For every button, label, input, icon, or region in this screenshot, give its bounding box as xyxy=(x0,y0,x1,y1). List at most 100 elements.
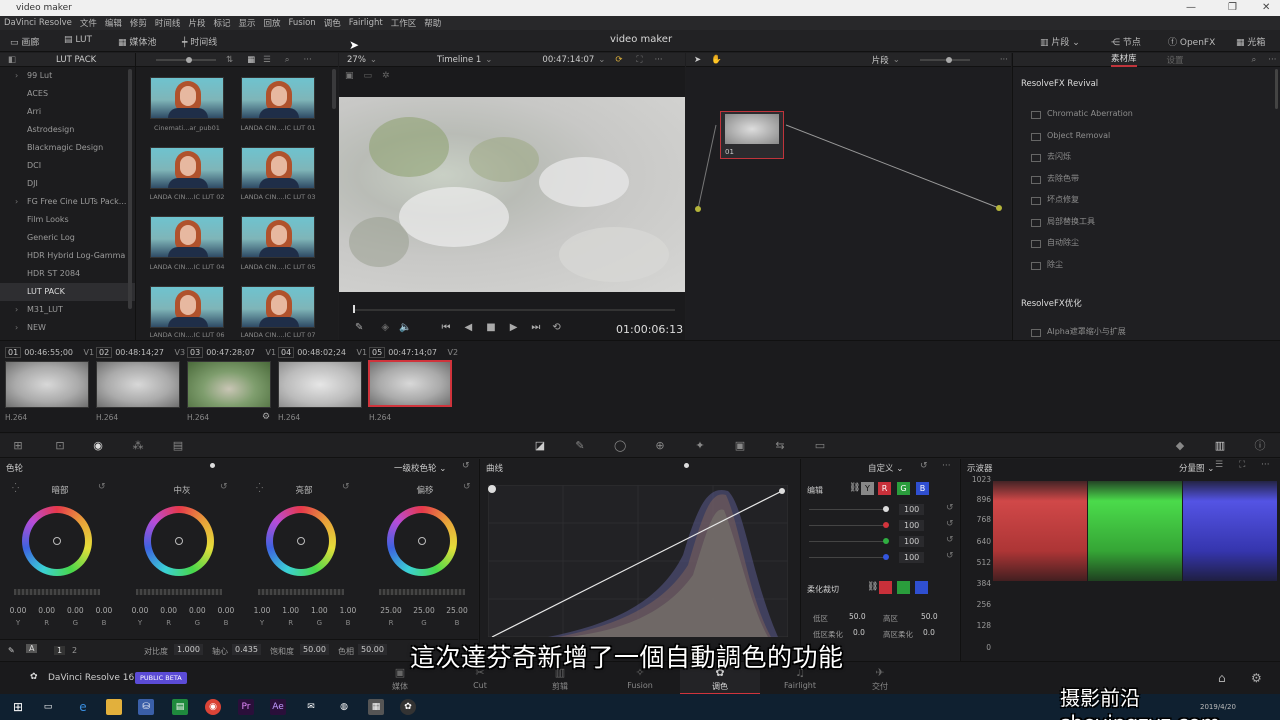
fx-item[interactable]: Object Removal xyxy=(1013,125,1271,147)
more-options-icon[interactable]: ··· xyxy=(304,55,312,65)
clip-thumbnail-selected[interactable] xyxy=(368,360,452,407)
nodes-button[interactable]: ⋲ 节点 xyxy=(1111,35,1141,48)
lut-folder-film-looks[interactable]: Film Looks xyxy=(0,211,135,229)
timeline-button[interactable]: ┿ 时间线 xyxy=(182,35,217,48)
fx-item[interactable]: 去闪烁 xyxy=(1013,146,1271,168)
lut-folder-new[interactable]: › NEW xyxy=(0,319,135,337)
after-effects-icon[interactable]: Ae xyxy=(270,699,286,715)
mail-icon[interactable]: ✉ xyxy=(303,699,319,715)
pointer-tool-icon[interactable]: ➤ xyxy=(694,55,701,65)
page-button-1[interactable]: 1 xyxy=(54,646,66,655)
expand-arrow-icon[interactable]: › xyxy=(15,301,18,319)
menu-clip[interactable]: 片段 xyxy=(188,17,205,29)
rgb-mixer-icon[interactable]: ⁂ xyxy=(132,440,144,452)
menu-view[interactable]: 显示 xyxy=(238,17,255,29)
library-scrollbar[interactable] xyxy=(1275,69,1278,109)
expand-icon[interactable]: ⛶ xyxy=(1239,460,1245,470)
app-icon[interactable]: ▦ xyxy=(368,699,384,715)
reset-icon[interactable]: ↺ xyxy=(462,461,470,471)
minimize-icon[interactable]: — xyxy=(1186,2,1196,13)
master-wheel[interactable] xyxy=(258,589,344,595)
stop-icon[interactable]: ■ xyxy=(486,322,495,333)
wheels-mode-select[interactable]: 一级校色轮 ⌄ xyxy=(394,462,446,474)
hue-input[interactable]: 50.00 xyxy=(358,644,387,655)
menu-fairlight[interactable]: Fairlight xyxy=(349,18,383,28)
page-dot[interactable] xyxy=(210,463,215,468)
sidebar-toggle-icon[interactable]: ◧ xyxy=(8,55,16,65)
info-icon[interactable]: ⓘ xyxy=(1254,440,1266,452)
wheel-value[interactable]: 0.00 xyxy=(35,606,59,615)
intensity-slider-y[interactable] xyxy=(809,509,885,510)
tab-fairlight[interactable]: Fairlight xyxy=(770,681,830,690)
pivot-input[interactable]: 0.435 xyxy=(232,644,261,655)
menu-file[interactable]: 文件 xyxy=(80,17,97,29)
lut-button[interactable]: ▤ LUT xyxy=(64,35,92,45)
channel-g-button[interactable]: G xyxy=(897,482,910,495)
tab-settings[interactable]: 设置 xyxy=(1167,54,1184,66)
davinci-taskbar-icon[interactable]: ✿ xyxy=(400,699,416,715)
wipe-icon[interactable]: ▭ xyxy=(364,71,373,81)
lut-folder-blackmagic[interactable]: Blackmagic Design xyxy=(0,139,135,157)
gallery-button[interactable]: ▭ 画廊 xyxy=(10,35,39,48)
picker-tool-icon[interactable]: ✎ xyxy=(8,646,15,655)
intensity-r-input[interactable]: 100 xyxy=(899,520,925,531)
wheel-value[interactable]: 1.00 xyxy=(336,606,360,615)
reset-icon[interactable]: ↺ xyxy=(342,482,350,492)
link-icon[interactable]: ⛓ xyxy=(849,483,860,493)
master-wheel[interactable] xyxy=(136,589,222,595)
menu-workspace[interactable]: 工作区 xyxy=(391,17,417,29)
wheel-value[interactable]: 25.00 xyxy=(445,606,469,615)
lut-folder-hdr-st2084[interactable]: HDR ST 2084 xyxy=(0,265,135,283)
chevron-down-icon[interactable]: ⌄ xyxy=(485,55,492,65)
lut-folder-m31[interactable]: › M31_LUT xyxy=(0,301,135,319)
fx-item[interactable]: Chromatic Aberration xyxy=(1013,103,1271,125)
sizing-icon[interactable]: ▭ xyxy=(814,440,826,452)
lut-folder-hdr-hlg[interactable]: HDR Hybrid Log-Gamma xyxy=(0,247,135,265)
app-icon[interactable]: ▤ xyxy=(172,699,188,715)
intensity-g-input[interactable]: 100 xyxy=(899,536,925,547)
wheel-value[interactable]: 1.00 xyxy=(279,606,303,615)
sort-icon[interactable]: ⇅ xyxy=(226,55,233,65)
lut-thumbnail[interactable] xyxy=(150,147,224,189)
play-icon[interactable]: ▶ xyxy=(510,322,518,333)
lut-folder-astrodesign[interactable]: Astrodesign xyxy=(0,121,135,139)
search-icon[interactable]: ⌕ xyxy=(1252,55,1257,65)
lut-folder-dji[interactable]: DJI xyxy=(0,175,135,193)
list-view-icon[interactable]: ☰ xyxy=(263,55,271,65)
split-screen-icon[interactable]: ▣ xyxy=(345,71,354,81)
edge-icon[interactable]: e xyxy=(75,699,91,715)
lut-thumbnail[interactable] xyxy=(150,77,224,119)
hand-tool-icon[interactable]: ✋ xyxy=(711,55,722,65)
lightbox-button[interactable]: ▦ 光箱 xyxy=(1236,35,1265,48)
scrubber-bar[interactable] xyxy=(353,305,675,313)
master-wheel[interactable] xyxy=(14,589,100,595)
wheel-value[interactable]: 0.00 xyxy=(92,606,116,615)
expand-arrow-icon[interactable]: › xyxy=(15,193,18,211)
lut-thumbnail[interactable] xyxy=(150,216,224,258)
lut-folder-aces[interactable]: ACES xyxy=(0,85,135,103)
wheel-value[interactable]: 25.00 xyxy=(412,606,436,615)
master-wheel[interactable] xyxy=(379,589,465,595)
reset-icon[interactable]: ↺ xyxy=(946,503,954,513)
intensity-slider-r[interactable] xyxy=(809,525,885,526)
scopes-icon[interactable]: ▥ xyxy=(1214,440,1226,452)
tab-media[interactable]: 媒体 xyxy=(370,681,430,692)
more-options-icon[interactable]: ··· xyxy=(1000,55,1008,65)
blur-icon[interactable]: ▣ xyxy=(734,440,746,452)
page-button-2[interactable]: 2 xyxy=(72,646,77,655)
maximize-icon[interactable]: ❐ xyxy=(1228,2,1237,13)
low-soft-input[interactable]: 0.0 xyxy=(853,628,865,637)
wheel-value[interactable]: 0.00 xyxy=(185,606,209,615)
reset-icon[interactable]: ↺ xyxy=(946,551,954,561)
color-match-icon[interactable]: ⊡ xyxy=(54,440,66,452)
layer-icon[interactable]: ◈ xyxy=(381,322,389,333)
wheel-value[interactable]: 1.00 xyxy=(307,606,331,615)
search-icon[interactable]: ⌕ xyxy=(285,55,290,65)
start-icon[interactable]: ⊞ xyxy=(10,699,26,715)
lut-folder-generic-log[interactable]: Generic Log xyxy=(0,229,135,247)
intensity-b-input[interactable]: 100 xyxy=(899,552,925,563)
more-options-icon[interactable]: ··· xyxy=(1268,55,1276,65)
menu-playback[interactable]: 回放 xyxy=(263,17,280,29)
magic-mask-icon[interactable]: ✦ xyxy=(694,440,706,452)
wheel-value[interactable]: 1.00 xyxy=(250,606,274,615)
